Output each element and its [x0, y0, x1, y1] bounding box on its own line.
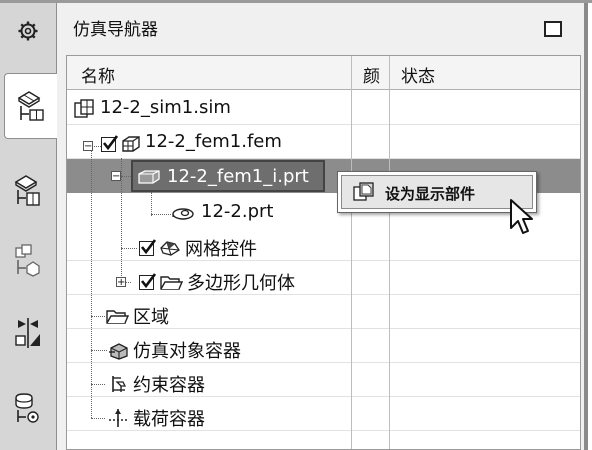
tree-node-fem[interactable]: − 12-2_fem1.fem: [67, 126, 580, 160]
load-navigator-icon: [15, 393, 39, 423]
tree-node-constraint-container[interactable]: 约束容器: [67, 366, 580, 400]
visibility-checkbox[interactable]: [101, 135, 118, 152]
column-header-status[interactable]: 状态: [401, 62, 435, 87]
tab-fem-navigator[interactable]: [4, 158, 52, 222]
mesh-controls-icon: [160, 241, 180, 256]
tree-node-sim[interactable]: 12-2_sim1.sim: [67, 92, 580, 126]
tree-node-sim-object-container[interactable]: 仿真对象容器: [67, 332, 580, 366]
table-header: 名称 颜 状态: [67, 56, 580, 90]
tree-node-label: 12-2_fem1_i.prt: [167, 166, 309, 187]
tree-node-mesh-controls[interactable]: 网格控件: [67, 230, 580, 264]
column-header-color[interactable]: 颜: [363, 62, 380, 87]
simulation-navigator-icon: [17, 91, 44, 121]
mirror-icon: [15, 318, 40, 348]
gear-icon: [18, 21, 38, 41]
simulation-file-icon: [74, 99, 94, 118]
tree-node-label: 仿真对象容器: [133, 341, 241, 362]
column-header-name[interactable]: 名称: [81, 62, 115, 87]
menu-item-label: 设为显示部件: [385, 185, 476, 203]
sim-object-container-icon: [109, 343, 128, 360]
constraint-icon: [112, 376, 127, 392]
panel-title: 仿真导航器: [73, 20, 158, 40]
tree-node-regions[interactable]: 区域: [67, 298, 580, 332]
idealized-part-icon: [138, 170, 160, 184]
tree-node-label: 载荷容器: [133, 409, 205, 430]
folder-icon: [160, 276, 183, 290]
tab-load-navigator[interactable]: [4, 376, 52, 440]
tab-simulation-navigator[interactable]: [4, 73, 57, 139]
tree-node-label: 12-2.prt: [201, 201, 274, 222]
fem-file-icon: [122, 136, 140, 152]
mouse-pointer-icon: [510, 199, 533, 234]
maximize-button[interactable]: [544, 21, 562, 37]
tree-node-label: 12-2_fem1.fem: [145, 131, 282, 152]
tree-node-polygon-geometry[interactable]: + 多边形几何体: [67, 264, 580, 298]
context-menu: 设为显示部件: [337, 171, 537, 213]
fem-navigator-icon: [14, 175, 40, 206]
tab-reuse-library[interactable]: [4, 300, 52, 364]
load-icon: [109, 409, 127, 427]
collapse-toggle[interactable]: −: [83, 141, 93, 152]
tab-part-navigator[interactable]: [4, 228, 52, 292]
tree-node-idealized-part[interactable]: 12-2_fem1_i.prt: [131, 160, 325, 192]
tree-node-load-container[interactable]: 载荷容器: [67, 400, 580, 434]
tree-node-label: 区域: [133, 307, 169, 328]
visibility-checkbox[interactable]: [139, 239, 156, 256]
tree-node-label: 多边形几何体: [187, 273, 295, 294]
tree-node-label: 约束容器: [133, 375, 205, 396]
menu-item-make-displayed-part[interactable]: 设为显示部件: [341, 175, 533, 209]
collapse-toggle[interactable]: −: [111, 171, 121, 182]
display-part-icon: [353, 182, 374, 201]
part-file-icon: [172, 208, 194, 220]
navigator-tree-table: 名称 颜 状态 12-2_sim1.sim − 12-2_fem1.fem − …: [66, 55, 581, 450]
expand-toggle[interactable]: +: [116, 277, 126, 288]
tree-node-label: 网格控件: [185, 239, 257, 260]
part-navigator-icon: [15, 244, 40, 277]
tree-node-label: 12-2_sim1.sim: [100, 97, 231, 118]
folder-icon: [106, 310, 129, 324]
tree-connector: [121, 176, 131, 177]
settings-button[interactable]: [4, 5, 52, 57]
resource-bar: [0, 3, 57, 450]
visibility-checkbox[interactable]: [139, 273, 156, 290]
